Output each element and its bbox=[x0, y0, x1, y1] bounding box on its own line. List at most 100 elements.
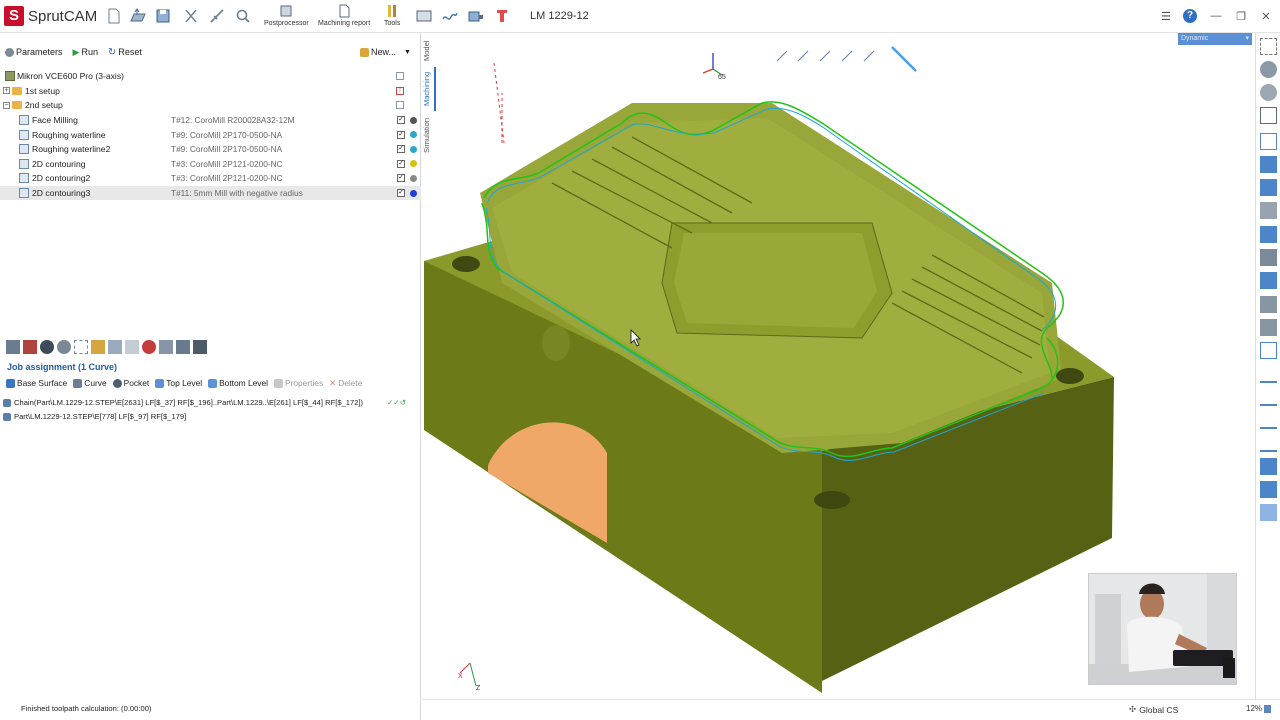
machining-report-button[interactable]: Machining report bbox=[318, 4, 370, 30]
close-icon[interactable]: ✕ bbox=[1257, 7, 1275, 25]
setup2-row[interactable]: − 2nd setup bbox=[0, 98, 421, 113]
machine-row[interactable]: Mikron VCE600 Pro (3-axis) bbox=[0, 69, 421, 84]
new-file-icon[interactable] bbox=[104, 6, 124, 26]
layers-icon[interactable] bbox=[1260, 133, 1277, 150]
holder-icon[interactable] bbox=[159, 340, 173, 354]
fit-view-icon[interactable] bbox=[1260, 107, 1277, 124]
view-mode-dropdown[interactable]: Dynamic ▾ bbox=[1178, 33, 1252, 45]
part-hole bbox=[814, 491, 850, 509]
operation-row[interactable]: Roughing waterline T#9: CoroMill 2P170-0… bbox=[0, 127, 421, 142]
curve-button[interactable]: Curve bbox=[73, 378, 107, 388]
tool-view-icon[interactable] bbox=[1260, 249, 1277, 266]
tools-button[interactable]: Tools bbox=[384, 4, 400, 30]
view-right-icon[interactable] bbox=[1260, 412, 1277, 429]
box-icon[interactable] bbox=[176, 340, 190, 354]
expand-icon[interactable]: + bbox=[3, 87, 10, 95]
reset-button[interactable]: ↻ Reset bbox=[108, 47, 142, 58]
gear-icon[interactable] bbox=[57, 340, 71, 354]
holder-view-icon[interactable] bbox=[1260, 272, 1277, 289]
operation-checkbox[interactable]: ✓ bbox=[397, 116, 405, 125]
tab-model[interactable]: Model bbox=[422, 37, 436, 65]
chevron-down-icon: ▾ bbox=[1245, 35, 1249, 42]
measure-icon[interactable] bbox=[207, 6, 227, 26]
zoom-window-icon[interactable] bbox=[1260, 38, 1277, 55]
toolpath-view-icon[interactable] bbox=[1260, 226, 1277, 243]
frame-icon[interactable] bbox=[74, 340, 88, 354]
properties-button[interactable]: Properties bbox=[273, 378, 323, 388]
workpiece-view-icon[interactable] bbox=[1260, 179, 1277, 196]
collapse-icon[interactable]: − bbox=[3, 101, 10, 109]
open-file-icon[interactable] bbox=[128, 6, 148, 26]
menu-icon[interactable]: ☰ bbox=[1157, 7, 1175, 25]
postprocessor-button[interactable]: Postprocessor bbox=[264, 4, 309, 30]
grid-icon[interactable] bbox=[108, 340, 122, 354]
machine-doc-icon[interactable] bbox=[396, 72, 404, 81]
zoom-search-icon[interactable] bbox=[233, 6, 253, 26]
view-icon[interactable] bbox=[414, 6, 434, 26]
help-icon[interactable]: ? bbox=[1181, 7, 1199, 25]
parameters-button[interactable]: Parameters bbox=[5, 47, 63, 57]
view-iso2-icon[interactable] bbox=[1260, 481, 1277, 498]
operation-checkbox[interactable]: ✓ bbox=[397, 189, 405, 198]
view-iso-icon[interactable] bbox=[1260, 458, 1277, 475]
save-icon[interactable] bbox=[153, 6, 173, 26]
document-title: LM 1229-12 bbox=[530, 10, 589, 22]
coordinate-system-selector[interactable]: ✣ Global CS bbox=[1129, 704, 1178, 715]
setup2-doc-icon[interactable] bbox=[396, 101, 404, 110]
delete-button[interactable]: ✕ Delete bbox=[329, 378, 362, 388]
bottom-level-button[interactable]: Bottom Level bbox=[208, 378, 268, 388]
top-level-icon bbox=[155, 378, 165, 388]
base-surface-button[interactable]: Base Surface bbox=[6, 378, 67, 388]
tool-icon[interactable] bbox=[6, 340, 20, 354]
minimize-icon[interactable]: — bbox=[1207, 7, 1225, 25]
operation-row[interactable]: Face Milling T#12: CoroMill R200028A32-1… bbox=[0, 113, 421, 128]
rotate-view-icon[interactable] bbox=[1260, 61, 1277, 78]
new-operation-button[interactable]: New... ▼ bbox=[360, 47, 411, 57]
fixture-view-icon[interactable] bbox=[1260, 202, 1277, 219]
stock-view-icon[interactable] bbox=[1260, 156, 1277, 173]
feed-icon[interactable] bbox=[40, 340, 54, 354]
view-front-icon[interactable] bbox=[1260, 389, 1277, 406]
chain-edit-icons[interactable]: ✓✓↺ bbox=[387, 398, 406, 407]
part-item[interactable]: Part\LM.1229-12.STEP\E[778] LF[$_97] RF[… bbox=[3, 412, 186, 421]
sphere-view-icon[interactable] bbox=[1260, 84, 1277, 101]
cube-icon[interactable] bbox=[193, 340, 207, 354]
filter-icon[interactable] bbox=[91, 340, 105, 354]
job-icon-strip bbox=[6, 340, 207, 354]
part-hole bbox=[1056, 368, 1084, 384]
tab-machining[interactable]: Machining bbox=[422, 67, 436, 111]
operation-row[interactable]: 2D contouring T#3: CoroMill 2P121-0200-N… bbox=[0, 157, 421, 172]
axis-gizmo-top[interactable]: 65 bbox=[702, 53, 726, 81]
list-icon[interactable] bbox=[125, 340, 139, 354]
selection-tools[interactable] bbox=[776, 46, 917, 72]
stop-icon[interactable] bbox=[142, 340, 156, 354]
operation-row-selected[interactable]: 2D contouring3 T#11: 5mm Mill with negat… bbox=[0, 185, 421, 201]
toolpath-icon[interactable] bbox=[440, 6, 460, 26]
list-view-icon[interactable] bbox=[1260, 342, 1277, 359]
spindle-view-icon[interactable] bbox=[1260, 319, 1277, 336]
cut-icon[interactable] bbox=[181, 6, 201, 26]
zoom-level[interactable]: 12% bbox=[1246, 704, 1272, 713]
setup1-warning-icon[interactable]: ! bbox=[396, 86, 404, 95]
maximize-icon[interactable]: ❐ bbox=[1232, 7, 1250, 25]
tab-simulation[interactable]: Simulation bbox=[422, 113, 436, 157]
operation-row[interactable]: 2D contouring2 T#3: CoroMill 2P121-0200-… bbox=[0, 171, 421, 186]
chain-item[interactable]: Chain(Part\LM.1229-12.STEP\E[2631] LF[$_… bbox=[3, 398, 421, 407]
view-top-icon[interactable] bbox=[1260, 366, 1277, 383]
machine-icon[interactable] bbox=[466, 6, 486, 26]
operation-checkbox[interactable]: ✓ bbox=[397, 145, 405, 154]
run-button[interactable]: ▶ Run bbox=[73, 47, 98, 58]
operation-checkbox[interactable]: ✓ bbox=[397, 159, 405, 168]
setup1-row[interactable]: + 1st setup ! bbox=[0, 84, 421, 99]
run-label: Run bbox=[81, 47, 98, 57]
operation-checkbox[interactable]: ✓ bbox=[397, 130, 405, 139]
operation-row[interactable]: Roughing waterline2 T#9: CoroMill 2P170-… bbox=[0, 142, 421, 157]
tool-holder-icon[interactable] bbox=[492, 6, 512, 26]
operation-checkbox[interactable]: ✓ bbox=[397, 174, 405, 183]
view-iso3-icon[interactable] bbox=[1260, 504, 1277, 521]
view-left-icon[interactable] bbox=[1260, 435, 1277, 452]
pocket-button[interactable]: Pocket bbox=[112, 378, 149, 388]
top-level-button[interactable]: Top Level bbox=[155, 378, 202, 388]
machine-view-icon[interactable] bbox=[1260, 296, 1277, 313]
stock-icon[interactable] bbox=[23, 340, 37, 354]
